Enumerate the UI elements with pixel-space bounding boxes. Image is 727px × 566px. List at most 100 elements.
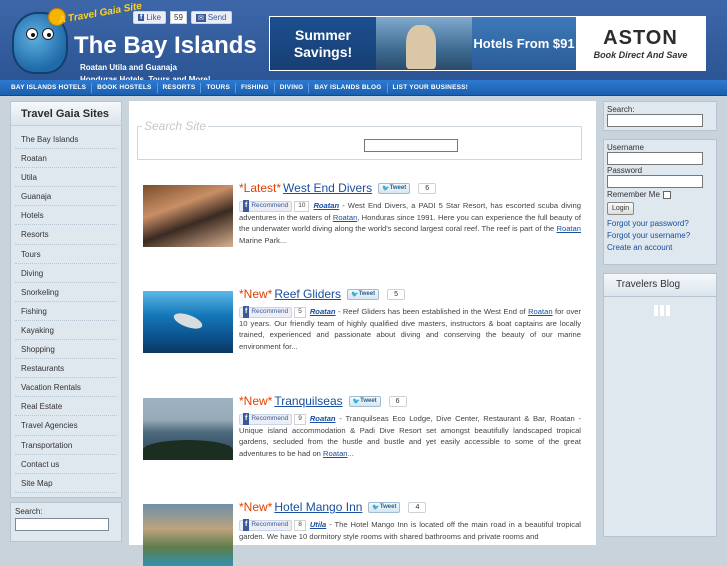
site-title[interactable]: The Bay Islands (74, 32, 257, 60)
forgot-password-link[interactable]: Forgot your password? (607, 218, 713, 230)
article-title: *Latest* West End Divers 🐦 Tweet 6 (239, 181, 437, 195)
facebook-recommend-button[interactable]: f Recommend (239, 306, 293, 318)
send-icon: ✉ (195, 13, 206, 22)
sidebar-item-diving[interactable]: Diving (15, 264, 117, 283)
article-image[interactable] (143, 504, 233, 566)
nav-item-blog[interactable]: BAY ISLANDS BLOG (309, 82, 388, 93)
location-link[interactable]: Roatan (310, 307, 336, 316)
facebook-send-button[interactable]: ✉ Send (190, 11, 232, 24)
username-field[interactable] (607, 152, 703, 165)
tweet-button[interactable]: 🐦 Tweet (378, 182, 411, 194)
facebook-like-button[interactable]: f Like (133, 11, 167, 24)
tweet-count: 6 (418, 182, 437, 194)
remember-label: Remember Me (607, 190, 660, 199)
site-search-input[interactable] (364, 139, 458, 152)
ad-banner[interactable]: Summer Savings! Hotels From $91 ASTON Bo… (269, 16, 706, 71)
login-button[interactable]: Login (607, 202, 635, 215)
facebook-recommend-button[interactable]: f Recommend (239, 200, 293, 212)
sidebar-item-hotels[interactable]: Hotels (15, 206, 117, 226)
tweet-button[interactable]: 🐦 Tweet (348, 395, 381, 407)
nav-item-fishing[interactable]: FISHING (236, 82, 275, 93)
search-label: Search: (607, 105, 635, 114)
nav-item-resorts[interactable]: RESORTS (158, 82, 202, 93)
location-link[interactable]: Roatan (313, 201, 339, 210)
tweet-button[interactable]: 🐦 Tweet (368, 501, 401, 513)
nav-item-hostels[interactable]: BOOK HOSTELS (92, 82, 158, 93)
facebook-recommend-button[interactable]: f Recommend (239, 519, 293, 531)
facebook-icon: f (243, 519, 250, 531)
left-search-input[interactable] (15, 518, 109, 531)
article-body: f Recommend 10 Roatan - West End Divers, a … (239, 200, 581, 246)
twitter-bird-icon: 🐦 (382, 185, 390, 192)
sidebar-item-bay-islands[interactable]: The Bay Islands (15, 130, 117, 150)
aston-logo: ASTON (603, 27, 678, 49)
forgot-username-link[interactable]: Forgot your username? (607, 230, 713, 242)
tweet-label: Tweet (379, 504, 397, 510)
subtitle-line: Roatan Utila and Guanaja (80, 63, 177, 72)
sidebar-item-real-estate[interactable]: Real Estate (15, 397, 117, 417)
inline-link[interactable]: Roatan (323, 449, 348, 458)
recommend-count: 5 (294, 306, 306, 318)
sidebar-item-vacation-rentals[interactable]: Vacation Rentals (15, 378, 117, 398)
travelers-blog-title[interactable]: Travelers Blog (603, 273, 717, 297)
sidebar-item-tours[interactable]: Tours (15, 245, 117, 264)
article-title-link[interactable]: Hotel Mango Inn (274, 500, 362, 514)
banner-brand: ASTON Book Direct And Save (576, 17, 705, 70)
inline-link[interactable]: Roatan (557, 224, 582, 233)
article-image[interactable] (143, 398, 233, 460)
inline-link[interactable]: Roatan (333, 213, 358, 222)
article-image[interactable] (143, 291, 233, 353)
article-badge: *Latest* (239, 181, 282, 195)
sidebar-item-transportation[interactable]: Transportation (15, 436, 117, 455)
article-badge: *New* (239, 394, 273, 408)
sidebar-item-roatan[interactable]: Roatan (15, 149, 117, 169)
right-search-input[interactable] (607, 114, 703, 127)
nav-item-hotels[interactable]: BAY ISLANDS HOTELS (6, 82, 93, 93)
travelers-blog-panel (603, 297, 717, 537)
article-reef-gliders: *New* Reef Gliders 🐦 Tweet 5 f Recommend 5 R… (143, 287, 583, 353)
sidebar-item-site-map[interactable]: Site Map (15, 474, 117, 493)
sidebar-item-shopping[interactable]: Shopping (15, 340, 117, 360)
sidebar-item-utila[interactable]: Utila (15, 168, 117, 188)
body-text: ... (347, 448, 354, 458)
recommend-count: 8 (294, 519, 306, 531)
tweet-label: Tweet (358, 291, 376, 297)
twitter-bird-icon: 🐦 (351, 291, 359, 298)
article-badge: *New* (239, 500, 273, 514)
article-title: *New* Hotel Mango Inn 🐦 Tweet 4 (239, 500, 427, 514)
sidebar-item-kayaking[interactable]: Kayaking (15, 321, 117, 341)
sidebar-item-snorkeling[interactable]: Snorkeling (15, 283, 117, 302)
sidebar-item-resorts[interactable]: Resorts (15, 225, 117, 245)
recommend-label: Recommend (251, 521, 289, 529)
left-sidebar: Travel Gaia Sites The Bay Islands Roatan… (10, 101, 122, 545)
article-image[interactable] (143, 185, 233, 247)
create-account-link[interactable]: Create an account (607, 242, 713, 254)
article-title-link[interactable]: West End Divers (283, 181, 372, 195)
sidebar-menu: The Bay Islands Roatan Utila Guanaja Hot… (11, 126, 121, 493)
facebook-recommend-button[interactable]: f Recommend (239, 413, 293, 425)
location-link[interactable]: Roatan (310, 414, 336, 423)
inline-link[interactable]: Roatan (528, 307, 553, 316)
article-title-link[interactable]: Tranquilseas (274, 394, 342, 408)
aston-cta: Book Direct And Save (593, 50, 688, 60)
username-label: Username (607, 143, 644, 152)
tweet-button[interactable]: 🐦 Tweet (347, 288, 380, 300)
article-title: *New* Tranquilseas 🐦 Tweet 6 (239, 394, 407, 408)
remember-me-checkbox[interactable] (662, 190, 671, 199)
sidebar-item-contact[interactable]: Contact us (15, 455, 117, 474)
password-field[interactable] (607, 175, 703, 188)
tweet-label: Tweet (360, 398, 377, 404)
sidebar-item-restaurants[interactable]: Restaurants (15, 359, 117, 379)
recommend-label: Recommend (251, 308, 289, 316)
nav-item-diving[interactable]: DIVING (275, 82, 310, 93)
search-site-legend: Search Site (142, 119, 209, 133)
article-title-link[interactable]: Reef Gliders (274, 287, 341, 301)
nav-item-list-business[interactable]: LIST YOUR BUSINESS! (388, 83, 474, 93)
nav-item-tours[interactable]: TOURS (201, 82, 236, 93)
password-label: Password (607, 166, 643, 175)
sidebar-item-guanaja[interactable]: Guanaja (15, 187, 117, 207)
sidebar-item-travel-agencies[interactable]: Travel Agencies (15, 416, 117, 436)
location-link[interactable]: Utila (310, 520, 326, 529)
sidebar-item-fishing[interactable]: Fishing (15, 302, 117, 321)
tweet-label: Tweet (389, 185, 407, 191)
